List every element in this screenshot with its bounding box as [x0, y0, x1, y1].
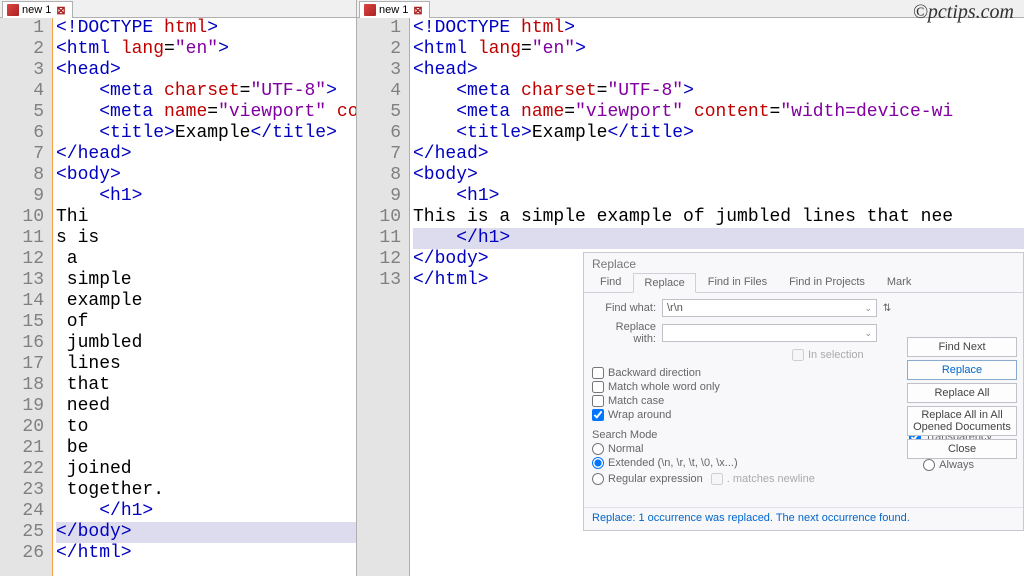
in-selection-checkbox: In selection — [792, 349, 897, 361]
chevron-down-icon[interactable]: ⌄ — [864, 328, 872, 339]
mode-extended-radio[interactable]: Extended (\n, \r, \t, \0, \x...) — [592, 457, 815, 469]
close-icon[interactable]: ⊠ — [54, 4, 67, 17]
status-message: Replace: 1 occurrence was replaced. The … — [584, 507, 1023, 530]
trans-always-radio[interactable]: Always — [923, 459, 1015, 471]
dialog-tab-replace[interactable]: Replace — [633, 273, 695, 293]
backward-checkbox[interactable]: Backward direction — [592, 367, 897, 379]
tab-bar-left: new 1 ⊠ — [0, 0, 356, 18]
file-icon — [364, 4, 376, 16]
close-button[interactable]: Close — [907, 439, 1017, 459]
dialog-tab-mark[interactable]: Mark — [877, 273, 921, 292]
search-mode-group: Search Mode Normal Extended (\n, \r, \t,… — [592, 429, 815, 489]
file-tab[interactable]: new 1 ⊠ — [2, 1, 73, 18]
dialog-tabs: FindReplaceFind in FilesFind in Projects… — [584, 273, 1023, 293]
replace-all-button[interactable]: Replace All — [907, 383, 1017, 403]
line-gutter: 1234567891011121314151617181920212223242… — [0, 18, 52, 576]
mode-normal-radio[interactable]: Normal — [592, 443, 815, 455]
dialog-tab-find-in-files[interactable]: Find in Files — [698, 273, 777, 292]
swap-icon[interactable]: ⇅ — [877, 303, 897, 314]
close-icon[interactable]: ⊠ — [411, 4, 424, 17]
tab-label: new 1 — [379, 4, 408, 16]
search-mode-title: Search Mode — [592, 429, 815, 441]
dialog-title: Replace — [584, 253, 1023, 273]
wrap-checkbox[interactable]: Wrap around — [592, 409, 897, 421]
editor-left[interactable]: 1234567891011121314151617181920212223242… — [0, 18, 356, 576]
replace-all-docs-button[interactable]: Replace All in All Opened Documents — [907, 406, 1017, 436]
match-case-checkbox[interactable]: Match case — [592, 395, 897, 407]
left-editor-pane: new 1 ⊠ 12345678910111213141516171819202… — [0, 0, 357, 576]
file-tab[interactable]: new 1 ⊠ — [359, 1, 430, 18]
replace-dialog[interactable]: Replace FindReplaceFind in FilesFind in … — [583, 252, 1024, 531]
dialog-body: Find what: \r\n⌄ ⇅ Replace with: ⌄ In se… — [584, 293, 1023, 503]
button-column: Find Next Replace Replace All Replace Al… — [907, 337, 1017, 459]
find-next-button[interactable]: Find Next — [907, 337, 1017, 357]
tab-label: new 1 — [22, 4, 51, 16]
replace-label: Replace with: — [592, 321, 662, 345]
attribution-text: ©pctips.com — [913, 1, 1014, 24]
replace-input[interactable]: ⌄ — [662, 324, 877, 342]
dialog-tab-find-in-projects[interactable]: Find in Projects — [779, 273, 875, 292]
code-area[interactable]: <!DOCTYPE html><html lang="en"><head> <m… — [53, 18, 356, 576]
find-label: Find what: — [592, 302, 662, 314]
dialog-tab-find[interactable]: Find — [590, 273, 631, 292]
find-input[interactable]: \r\n⌄ — [662, 299, 877, 317]
whole-word-checkbox[interactable]: Match whole word only — [592, 381, 897, 393]
replace-button[interactable]: Replace — [907, 360, 1017, 380]
file-icon — [7, 4, 19, 16]
mode-regex-radio[interactable]: Regular expression . matches newline — [592, 471, 815, 487]
chevron-down-icon[interactable]: ⌄ — [864, 303, 872, 314]
line-gutter: 12345678910111213 — [357, 18, 409, 576]
